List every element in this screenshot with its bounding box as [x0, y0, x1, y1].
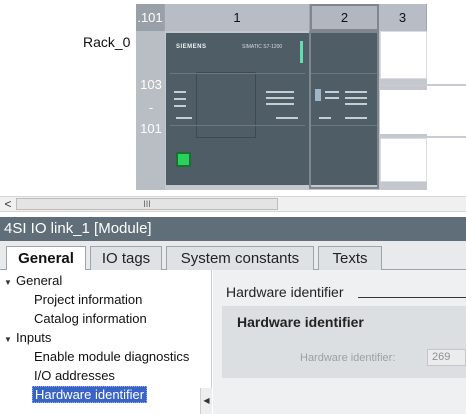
slot-header-101[interactable]: .101	[136, 4, 165, 31]
cpu-module[interactable]: SIEMENS SIMATIC S7-1200	[166, 33, 309, 185]
tab-texts[interactable]: Texts	[318, 246, 382, 270]
slot-header-1[interactable]: 1	[165, 4, 310, 31]
panel-title: Hardware identifier	[237, 314, 364, 330]
rack-rule	[380, 84, 466, 86]
empty-slot-3-mid[interactable]	[380, 90, 427, 134]
rail-number-top: 103	[140, 77, 162, 92]
tab-general[interactable]: General	[6, 246, 86, 271]
inspector-title: 4SI IO link_1 [Module]	[0, 217, 466, 241]
tree-item-label: General	[16, 273, 63, 288]
cpu-model-label: SIMATIC S7-1200	[242, 44, 283, 50]
empty-slot-3[interactable]	[380, 31, 427, 79]
expand-arrow-icon[interactable]: ▼	[4, 273, 16, 292]
cpu-line-bottom	[170, 125, 305, 126]
rack-rule	[380, 136, 466, 138]
inspector-tabs: General IO tags System constants Texts	[0, 241, 466, 271]
tab-io-tags[interactable]: IO tags	[90, 246, 162, 270]
inspector-nav-tree: ▼ General Project information Catalog inf…	[0, 270, 212, 414]
tree-item-hardware-identifier[interactable]: Hardware identifier	[32, 385, 148, 404]
tree-item-io-addresses[interactable]: I/O addresses	[34, 366, 115, 385]
tab-system-constants[interactable]: System constants	[166, 246, 314, 270]
tree-item-inputs[interactable]: ▼ Inputs	[4, 328, 51, 347]
scroll-thumb[interactable]: III	[16, 198, 278, 210]
tree-item-project-information[interactable]: Project information	[34, 290, 142, 309]
rail-number-dash: -	[148, 100, 154, 115]
expand-arrow-icon[interactable]: ▼	[4, 330, 16, 349]
section-divider	[358, 297, 466, 298]
hardware-identifier-field[interactable]: 269	[427, 349, 466, 366]
horizontal-scrollbar[interactable]: < III	[0, 196, 466, 212]
cpu-led	[174, 98, 186, 100]
inspector-content: Hardware identifier Hardware identifier …	[213, 270, 466, 414]
hardware-identifier-panel: Hardware identifier Hardware identifier:…	[222, 306, 466, 378]
tree-item-label-selected: Hardware identifier	[32, 386, 148, 403]
cpu-status-bar	[300, 41, 303, 63]
tree-item-label: Inputs	[16, 330, 52, 345]
tree-item-enable-module-diagnostics[interactable]: Enable module diagnostics	[34, 347, 189, 366]
ethernet-port-icon[interactable]	[176, 152, 191, 167]
cpu-led	[266, 91, 294, 93]
cpu-line-top	[170, 73, 305, 74]
empty-slot-3-bottom[interactable]	[380, 138, 427, 182]
slot-2-selection-frame	[309, 31, 379, 189]
section-title: Hardware identifier	[226, 284, 344, 300]
rack-label: Rack_0	[83, 34, 131, 50]
rail-number-bottom: 101	[140, 121, 162, 136]
cpu-led	[174, 105, 186, 107]
cpu-led	[276, 117, 298, 119]
tree-item-general[interactable]: ▼ General	[4, 271, 62, 290]
scroll-left-button[interactable]: <	[0, 197, 16, 211]
cpu-cover	[196, 72, 256, 138]
cpu-led	[176, 117, 192, 119]
hardware-identifier-label: Hardware identifier:	[300, 352, 396, 364]
cpu-led	[174, 91, 186, 93]
cpu-led	[266, 103, 294, 105]
cpu-led	[266, 97, 294, 99]
slot-header-2[interactable]: 2	[310, 4, 379, 31]
nav-scroll-button[interactable]: ◀	[200, 388, 212, 414]
tree-item-catalog-information[interactable]: Catalog information	[34, 309, 147, 328]
cpu-brand-label: SIEMENS	[176, 44, 207, 50]
slot-header-3[interactable]: 3	[379, 4, 427, 31]
device-view[interactable]: Rack_0 .101 1 2 3 103 - 101 SIEMENS SIMA…	[0, 0, 466, 196]
